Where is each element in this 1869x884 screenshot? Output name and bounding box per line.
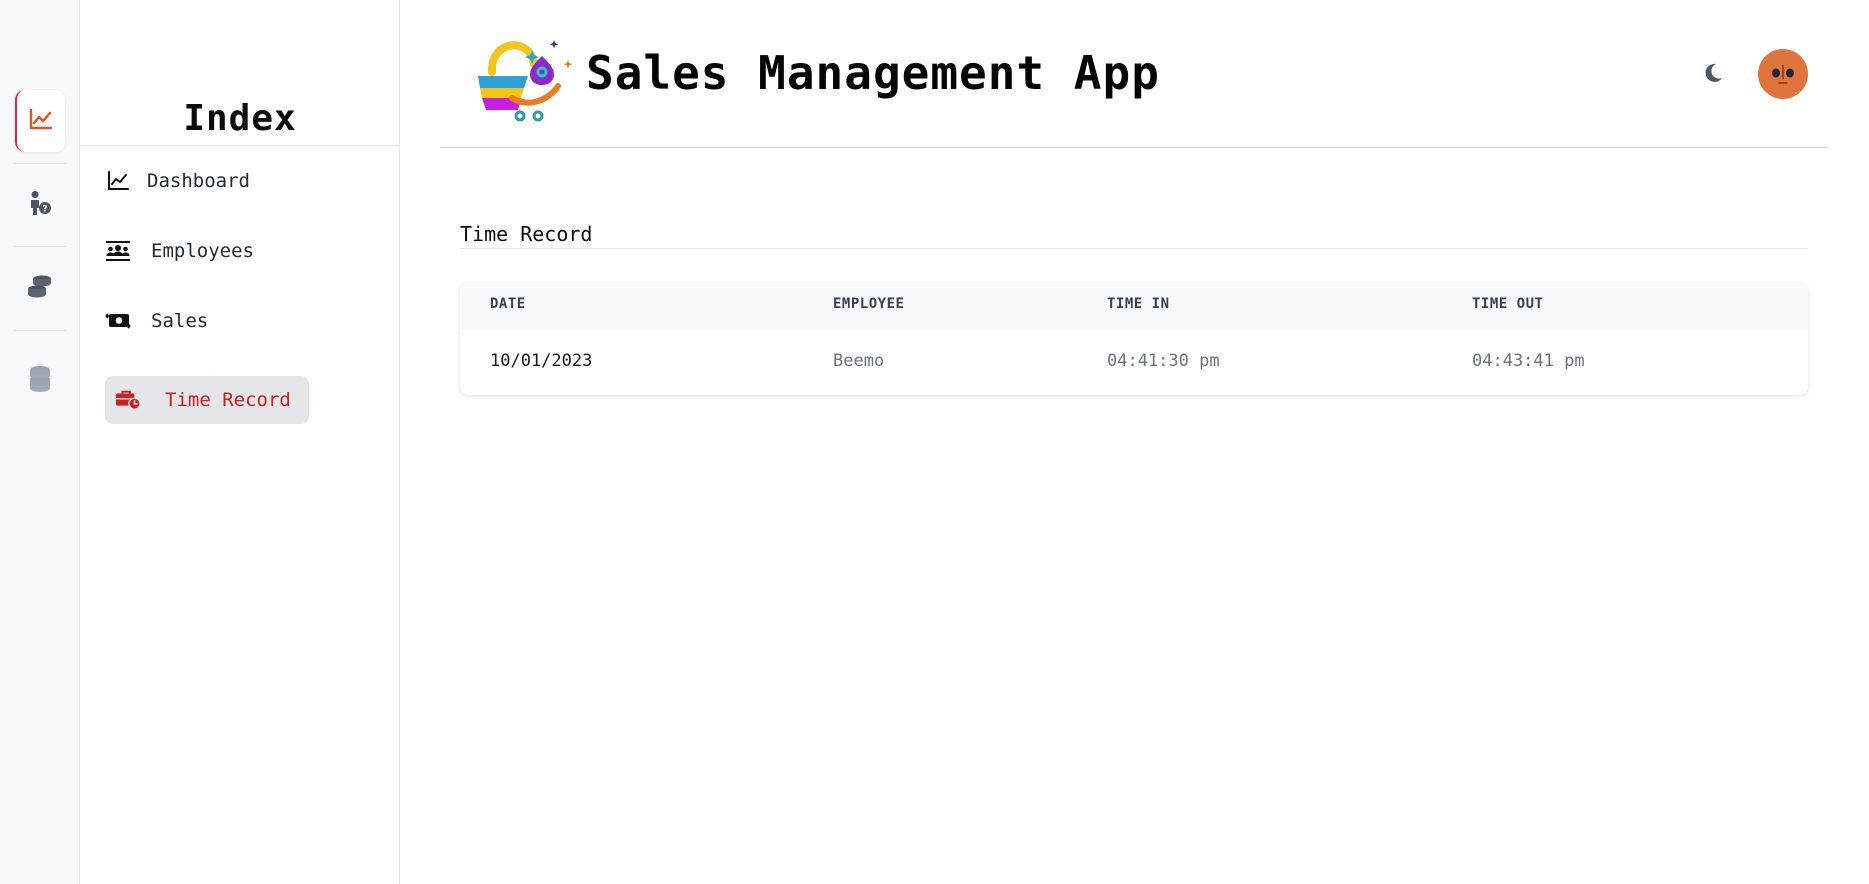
chart-line-icon xyxy=(29,108,53,134)
rail-finance-button[interactable] xyxy=(15,258,65,320)
moon-icon xyxy=(1702,62,1724,88)
app-title: Sales Management App xyxy=(586,46,1160,100)
rail-divider xyxy=(14,163,66,164)
rail-dashboard-button[interactable] xyxy=(15,90,65,152)
sidebar-item-sales[interactable]: Sales xyxy=(105,297,208,345)
sidebar-item-employees[interactable]: Employees xyxy=(105,227,254,275)
column-header-time-out[interactable]: TIME OUT xyxy=(1472,296,1543,312)
section-title: Time Record xyxy=(460,222,593,246)
avatar-face-icon xyxy=(1758,65,1808,99)
coins-icon xyxy=(26,274,54,304)
column-header-date[interactable]: DATE xyxy=(490,296,526,312)
sidebar-item-label: Time Record xyxy=(165,389,291,411)
icon-rail: ? xyxy=(0,0,80,884)
briefcase-clock-icon xyxy=(115,387,141,413)
person-question-icon: ? xyxy=(26,190,54,220)
cell-date: 10/01/2023 xyxy=(490,351,593,371)
user-avatar[interactable] xyxy=(1758,49,1808,99)
rail-database-button[interactable] xyxy=(15,350,65,412)
table-header: DATE EMPLOYEE TIME IN TIME OUT xyxy=(460,282,1808,330)
column-header-employee[interactable]: EMPLOYEE xyxy=(833,296,904,312)
rail-divider xyxy=(14,246,66,247)
side-navigation: Index Dashboard Employees Sales Time Rec… xyxy=(80,0,400,884)
theme-toggle-button[interactable] xyxy=(1698,60,1728,90)
people-group-icon xyxy=(105,238,131,264)
cell-time-out: 04:43:41 pm xyxy=(1472,351,1585,371)
rail-divider xyxy=(14,330,66,331)
sidebar-item-label: Dashboard xyxy=(147,170,250,192)
chart-line-icon xyxy=(105,168,131,194)
rail-employees-button[interactable]: ? xyxy=(15,174,65,236)
sidebar-item-dashboard[interactable]: Dashboard xyxy=(105,157,250,205)
top-header: Sales Management App xyxy=(440,0,1829,148)
time-record-table: DATE EMPLOYEE TIME IN TIME OUT 10/01/202… xyxy=(460,282,1808,395)
sidebar-item-label: Sales xyxy=(151,310,209,332)
sidebar-title: Index xyxy=(183,98,297,139)
sidebar-item-label: Employees xyxy=(151,240,254,262)
cell-employee: Beemo xyxy=(833,351,885,371)
cell-time-in: 04:41:30 pm xyxy=(1107,351,1220,371)
svg-text:?: ? xyxy=(42,205,47,215)
app-logo xyxy=(472,32,582,124)
column-header-time-in[interactable]: TIME IN xyxy=(1107,296,1170,312)
sidebar-divider xyxy=(80,145,400,146)
database-icon xyxy=(28,365,52,397)
sidebar-item-time-record[interactable]: Time Record xyxy=(105,376,309,424)
money-bill-transfer-icon xyxy=(105,308,131,334)
section-divider xyxy=(460,248,1808,249)
